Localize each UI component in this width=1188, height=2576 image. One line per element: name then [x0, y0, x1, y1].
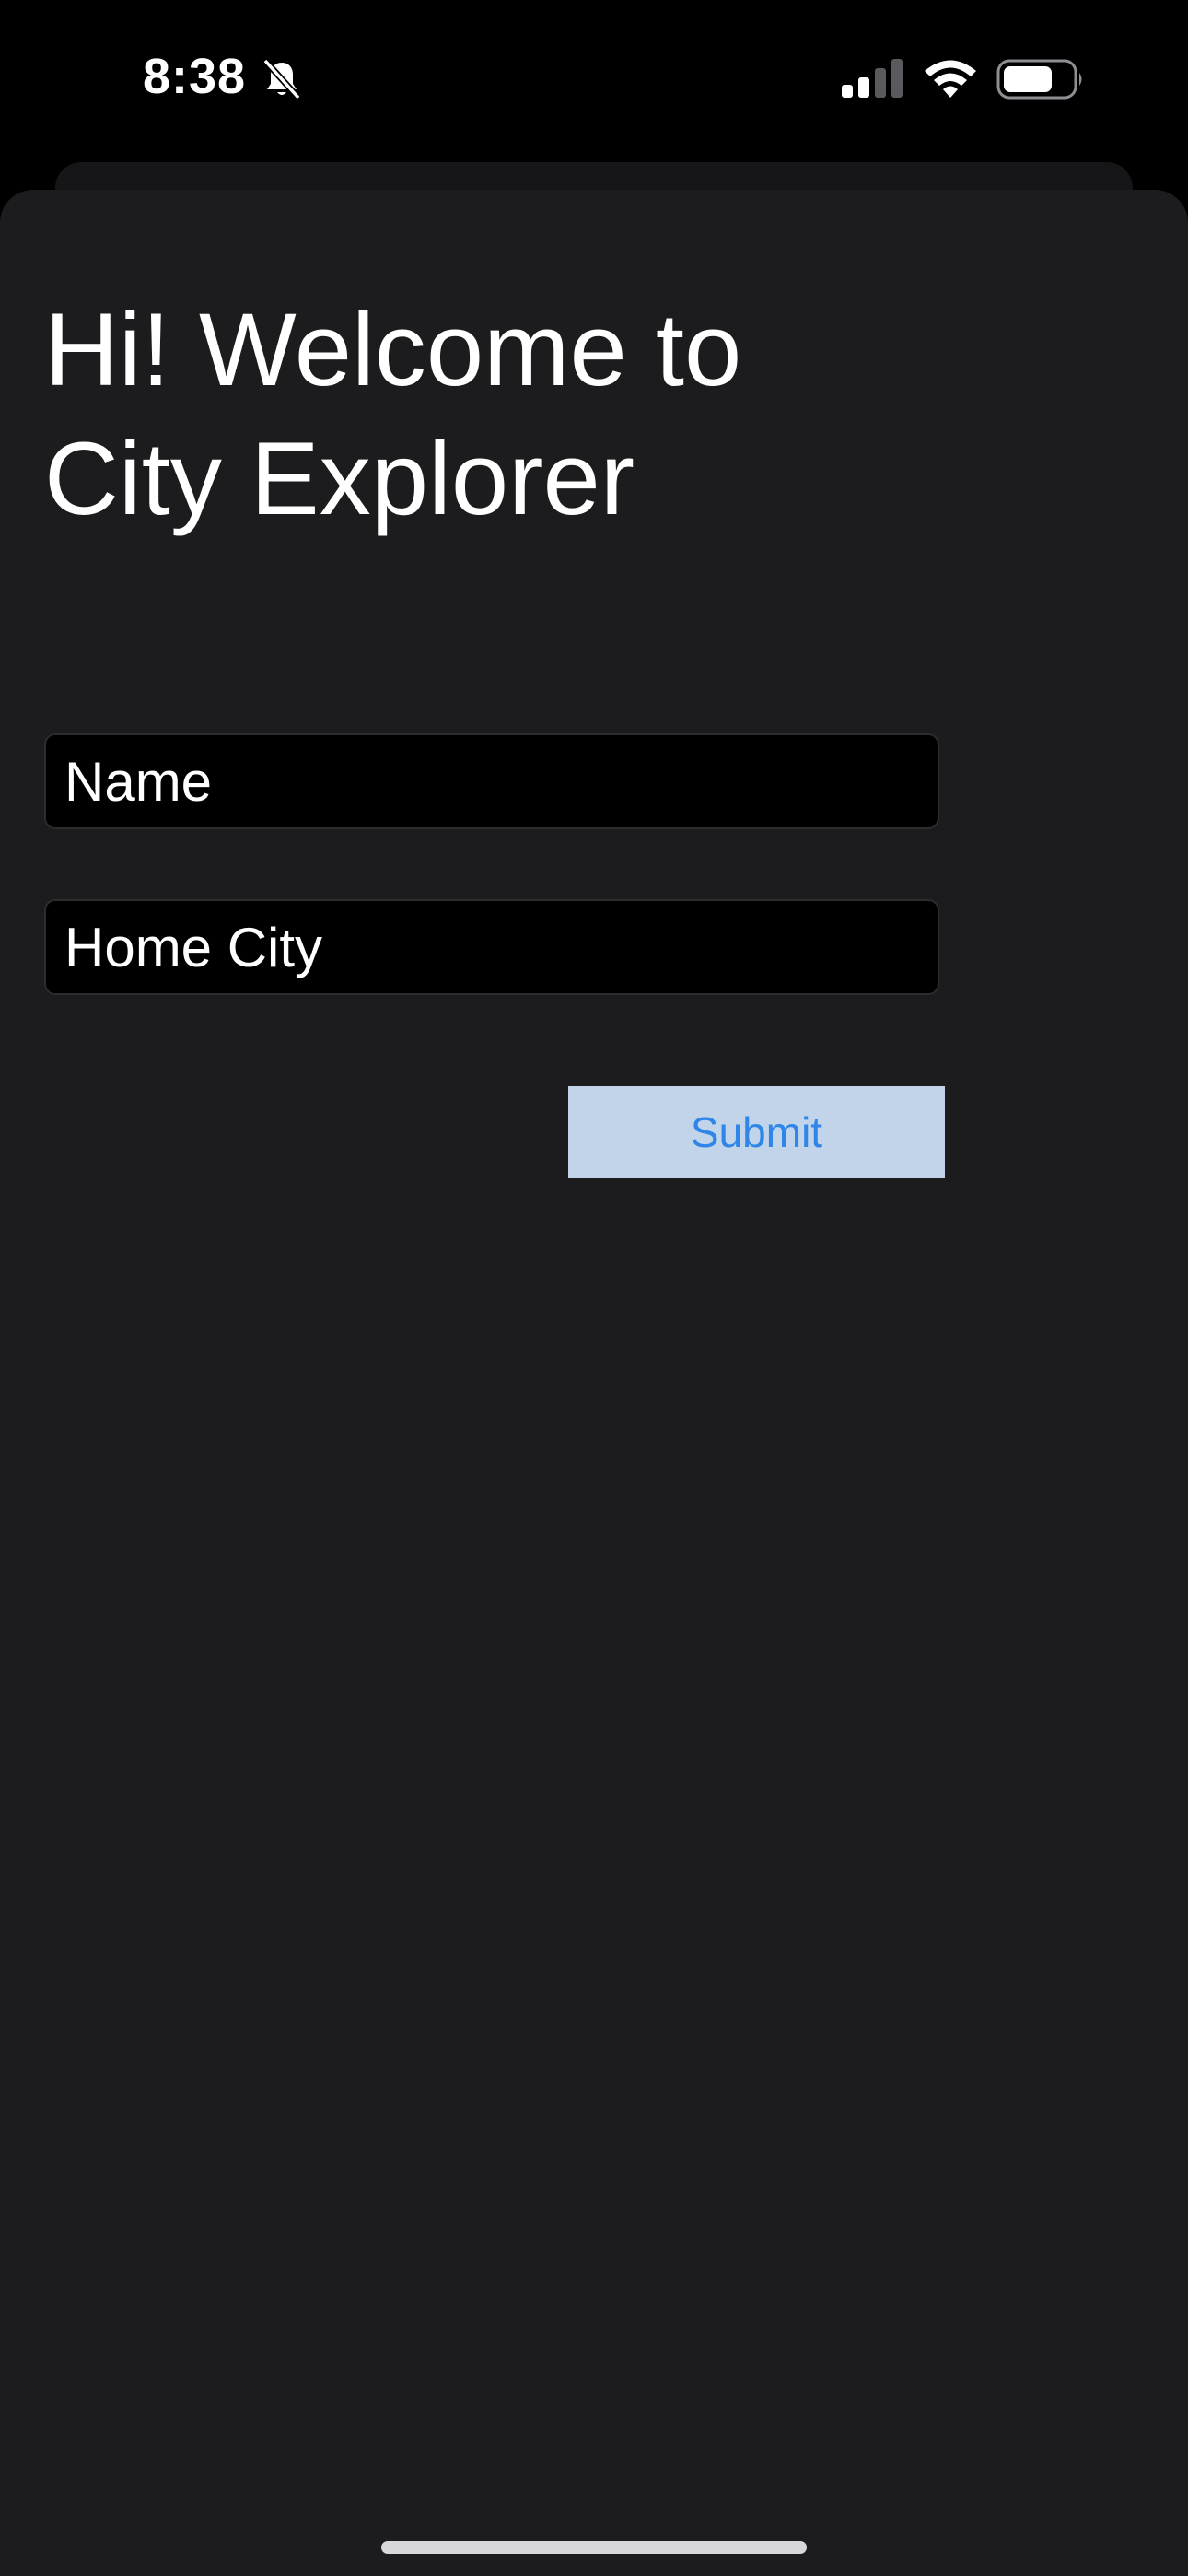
cellular-signal-icon	[842, 59, 903, 98]
modal-sheet	[0, 190, 1188, 2576]
app-screen: 8:38 Hi! Welcome to City Explorer Name H…	[0, 0, 1188, 2576]
name-field	[44, 733, 939, 829]
wifi-icon	[925, 60, 976, 98]
home-indicator[interactable]	[381, 2541, 807, 2554]
page-title: Hi! Welcome to City Explorer	[44, 286, 965, 544]
status-time: 8:38	[143, 49, 247, 104]
battery-icon	[996, 59, 1082, 100]
bell-slash-icon	[262, 58, 301, 100]
home-city-field	[44, 899, 939, 995]
title-line-1: Hi! Welcome to	[44, 292, 742, 407]
submit-button[interactable]: Submit	[568, 1086, 945, 1178]
name-input[interactable]	[46, 735, 938, 827]
status-bar: 8:38	[0, 0, 1188, 157]
home-city-input[interactable]	[46, 901, 938, 993]
title-line-2: City Explorer	[44, 421, 635, 536]
